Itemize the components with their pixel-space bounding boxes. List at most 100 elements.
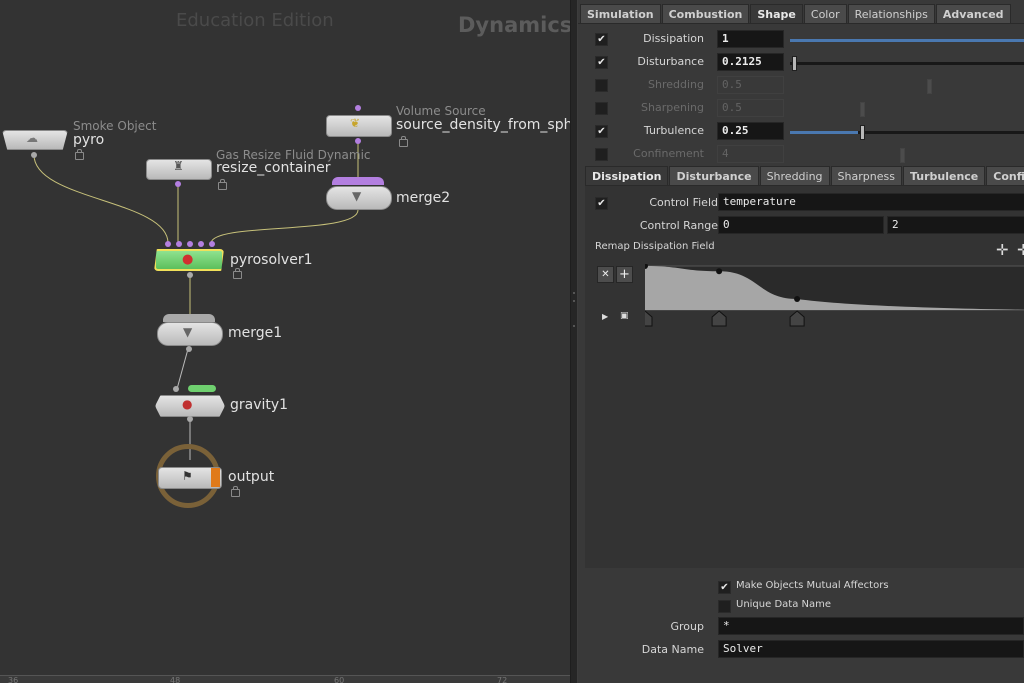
- add-point-button[interactable]: +: [616, 266, 633, 283]
- unique-data-name-label: Unique Data Name: [736, 599, 832, 610]
- param-checkbox[interactable]: [595, 79, 608, 92]
- param-label: Confinement: [633, 147, 704, 160]
- input-port[interactable]: [355, 105, 361, 111]
- control-range-min[interactable]: 0: [718, 216, 884, 234]
- timeline-ruler: 36 48 60 72: [0, 675, 570, 683]
- ramp-key-marker[interactable]: [789, 310, 805, 327]
- control-field-input[interactable]: temperature: [718, 193, 1024, 211]
- param-value-input[interactable]: 1: [717, 30, 784, 48]
- node-name-label[interactable]: merge2: [396, 190, 450, 206]
- pane-divider[interactable]: [570, 0, 578, 683]
- lock-icon[interactable]: [218, 179, 227, 190]
- display-flag[interactable]: [211, 468, 220, 487]
- param-checkbox[interactable]: [595, 102, 608, 115]
- slider-knob[interactable]: [927, 79, 932, 94]
- param-value-input[interactable]: 0.25: [717, 122, 784, 140]
- ramp-options-icon[interactable]: ▣: [620, 312, 629, 321]
- output-port[interactable]: [186, 346, 192, 352]
- mutual-affectors-checkbox[interactable]: ✔: [718, 581, 731, 594]
- node-name-label[interactable]: output: [228, 469, 274, 485]
- subtab-disturbance[interactable]: Disturbance: [669, 166, 759, 185]
- main-tab-bar: Simulation Combustion Shape Color Relati…: [580, 4, 1012, 23]
- network-editor[interactable]: Education Edition Dynamics ☁ Smoke Objec…: [0, 0, 570, 683]
- tab-underline: [578, 23, 1024, 24]
- slider-knob[interactable]: [859, 125, 865, 140]
- param-checkbox[interactable]: ✔: [595, 125, 608, 138]
- slider-knob[interactable]: [859, 102, 865, 117]
- node-name-label[interactable]: resize_container: [216, 160, 331, 176]
- merge-input-bar[interactable]: [163, 314, 215, 322]
- control-range-row: Control Range 0 2: [585, 216, 1024, 238]
- output-port[interactable]: [355, 138, 361, 144]
- output-port[interactable]: [187, 416, 193, 422]
- ramp-point[interactable]: [794, 296, 801, 302]
- param-value-input[interactable]: 0.5: [717, 99, 784, 117]
- subtab-dissipation[interactable]: Dissipation: [585, 166, 669, 185]
- param-value-input[interactable]: 0.2125: [717, 53, 784, 71]
- ramp-key-marker[interactable]: [645, 310, 653, 327]
- ramp-pan-icon[interactable]: ✛: [1017, 243, 1024, 258]
- wire-merge1: [176, 348, 189, 390]
- slider-knob[interactable]: [792, 56, 797, 71]
- slider-fill: [790, 131, 858, 134]
- sub-tab-bar: Dissipation Disturbance Shredding Sharpn…: [585, 166, 1024, 185]
- input-port[interactable]: [187, 241, 193, 247]
- tab-simulation[interactable]: Simulation: [580, 4, 661, 23]
- control-range-max[interactable]: 2: [887, 216, 1024, 234]
- merge-icon: ▼: [352, 189, 362, 203]
- tab-advanced[interactable]: Advanced: [935, 4, 1011, 23]
- param-label: Turbulence: [643, 124, 704, 137]
- tab-combustion[interactable]: Combustion: [661, 4, 750, 23]
- input-port[interactable]: [209, 241, 215, 247]
- param-checkbox[interactable]: [595, 148, 608, 161]
- ramp-point[interactable]: [716, 268, 723, 275]
- node-name-label[interactable]: pyro: [73, 132, 104, 148]
- tab-relationships[interactable]: Relationships: [847, 4, 935, 23]
- param-value-input[interactable]: 0.5: [717, 76, 784, 94]
- ramp-key-marker[interactable]: [711, 310, 727, 327]
- unique-data-name-row: Unique Data Name: [578, 596, 1024, 618]
- subtab-sharpness[interactable]: Sharpness: [830, 166, 902, 185]
- subtab-shredding[interactable]: Shredding: [759, 166, 830, 185]
- merge-input-bar[interactable]: [332, 177, 384, 185]
- node-name-label[interactable]: gravity1: [230, 397, 288, 413]
- force-input-bar[interactable]: [188, 385, 216, 392]
- tab-shape[interactable]: Shape: [750, 4, 803, 23]
- group-input[interactable]: *: [718, 617, 1024, 635]
- node-name-label[interactable]: pyrosolver1: [230, 252, 313, 268]
- param-checkbox[interactable]: ✔: [595, 33, 608, 46]
- param-slider[interactable]: [790, 148, 1024, 163]
- lock-icon[interactable]: [399, 136, 408, 147]
- expand-arrow-icon[interactable]: ▶: [602, 313, 608, 321]
- subtab-turbulence[interactable]: Turbulence: [902, 166, 986, 185]
- remap-ramp-graph[interactable]: [645, 264, 1024, 328]
- tab-color[interactable]: Color: [803, 4, 847, 23]
- param-slider[interactable]: [790, 56, 1024, 71]
- node-name-label[interactable]: source_density_from_sphere: [396, 117, 570, 133]
- lock-icon[interactable]: [233, 268, 242, 279]
- output-port[interactable]: [187, 272, 193, 278]
- control-field-checkbox[interactable]: ✔: [595, 197, 608, 210]
- output-port[interactable]: [31, 152, 37, 158]
- param-value-input[interactable]: 4: [717, 145, 784, 163]
- param-slider[interactable]: [790, 102, 1024, 117]
- lock-icon[interactable]: [75, 149, 84, 160]
- input-port[interactable]: [173, 386, 179, 392]
- unique-data-name-checkbox[interactable]: [718, 600, 731, 613]
- input-port[interactable]: [198, 241, 204, 247]
- lock-icon[interactable]: [231, 486, 240, 497]
- ramp-zoom-icon[interactable]: ✛: [996, 243, 1009, 258]
- param-slider[interactable]: [790, 79, 1024, 94]
- input-port[interactable]: [165, 241, 171, 247]
- slider-knob[interactable]: [900, 148, 905, 163]
- param-slider[interactable]: [790, 125, 1024, 140]
- output-port[interactable]: [175, 181, 181, 187]
- input-port[interactable]: [176, 241, 182, 247]
- subtab-confinement[interactable]: Confinement: [986, 166, 1024, 185]
- remove-point-button[interactable]: ✕: [597, 266, 614, 283]
- data-name-input[interactable]: Solver: [718, 640, 1024, 658]
- node-name-label[interactable]: merge1: [228, 325, 282, 341]
- param-checkbox[interactable]: ✔: [595, 56, 608, 69]
- apple-icon: ●: [182, 397, 193, 411]
- param-slider[interactable]: [790, 39, 1024, 42]
